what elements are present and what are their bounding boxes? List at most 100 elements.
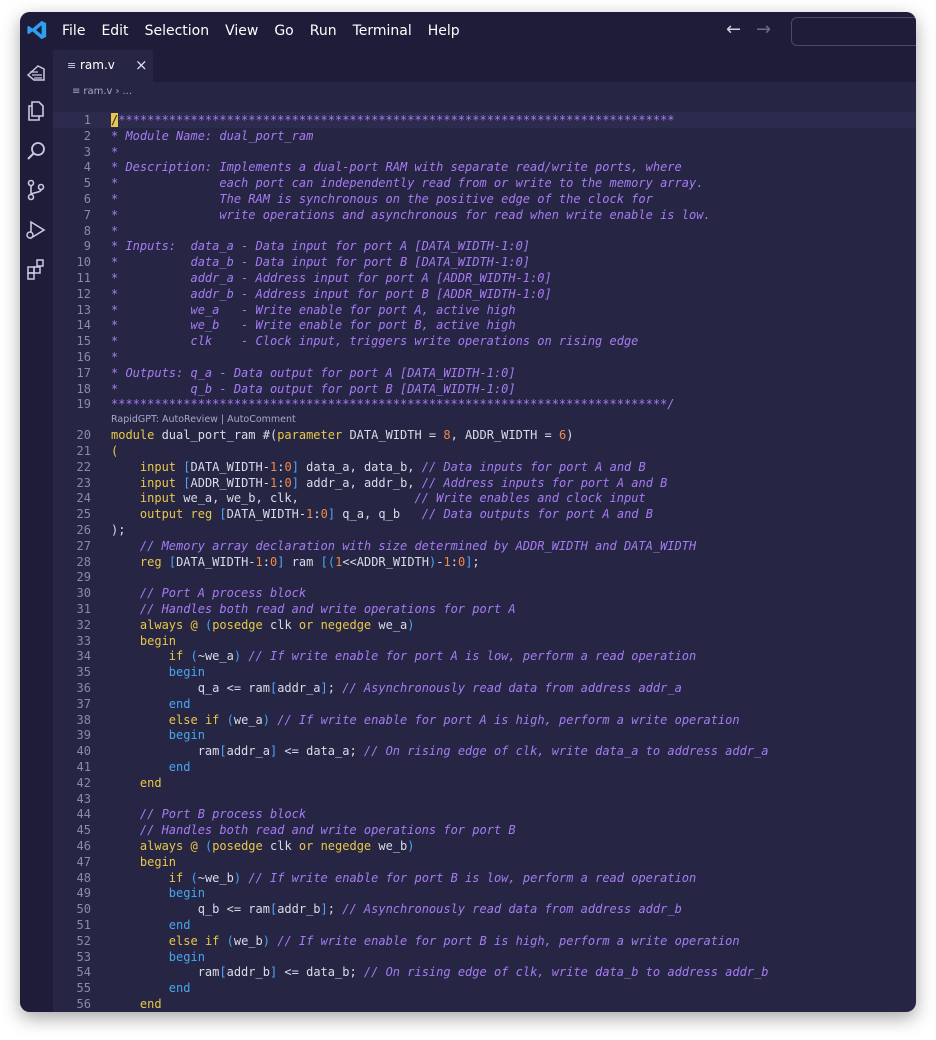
menu-selection[interactable]: Selection [145, 23, 210, 39]
menu-terminal[interactable]: Terminal [353, 23, 412, 39]
code-token: // Port B process block [139, 807, 307, 822]
forward-arrow-icon[interactable]: → [756, 20, 771, 40]
menu-edit[interactable]: Edit [101, 23, 128, 39]
code-text: ( [111, 444, 118, 458]
back-arrow-icon[interactable]: ← [726, 20, 741, 40]
tab-ram-v[interactable]: ≡ ram.v × [53, 50, 153, 82]
line-number: 3 [83, 144, 91, 159]
close-icon[interactable]: × [135, 56, 148, 74]
menu-view[interactable]: View [225, 23, 258, 39]
code-line[interactable]: 48 if (~we_b) // If write enable for por… [53, 870, 916, 886]
code-line[interactable]: 39 begin [53, 727, 916, 743]
code-line[interactable]: 47 begin [53, 854, 916, 870]
code-line[interactable]: 40 ram[addr_a] <= data_a; // On rising e… [53, 743, 916, 759]
code-line[interactable]: 46 always @ (posedge clk or negedge we_b… [53, 838, 916, 854]
code-line[interactable]: 4 * Description: Implements a dual-port R… [53, 159, 916, 175]
code-line[interactable]: 56 end [53, 996, 916, 1012]
code-line[interactable]: 50 q_b <= ram[addr_b]; // Asynchronously… [53, 901, 916, 917]
code-line[interactable]: 35 begin [53, 664, 916, 680]
code-line[interactable]: 55 end [53, 980, 916, 996]
codelens-actions[interactable]: RapidGPT: AutoReview | AutoComment [111, 413, 296, 427]
run-debug-icon[interactable] [24, 218, 48, 242]
code-line[interactable]: 31 // Handles both read and write operat… [53, 601, 916, 617]
code-token: begin [168, 728, 205, 743]
code-line[interactable]: 44 // Port B process block [53, 806, 916, 822]
code-editor[interactable]: 1 /**************************************… [53, 98, 916, 1012]
code-line[interactable]: 53 begin [53, 949, 916, 965]
code-line[interactable]: 26); [53, 522, 916, 538]
code-line[interactable]: 43 [53, 791, 916, 807]
code-line[interactable]: 36 q_a <= ram[addr_a]; // Asynchronously… [53, 680, 916, 696]
line-number: 48 [76, 870, 91, 885]
code-line[interactable]: 14 * we_b - Write enable for port B, acti… [53, 317, 916, 333]
code-line[interactable]: 11 * addr_a - Address input for port A [A… [53, 270, 916, 286]
code-line[interactable]: 32 always @ (posedge clk or negedge we_a… [53, 617, 916, 633]
rapidgpt-icon[interactable] [24, 61, 48, 85]
code-line[interactable]: 6 * The RAM is synchronous on the positiv… [53, 191, 916, 207]
code-line[interactable]: 38 else if (we_a) // If write enable for… [53, 712, 916, 728]
code-line[interactable]: 29 [53, 569, 916, 585]
code-line[interactable]: 18 * q_b - Data output for port B [DATA_W… [53, 381, 916, 397]
code-line[interactable]: 49 begin [53, 885, 916, 901]
code-line[interactable]: 17 * Outputs: q_a - Data output for port … [53, 365, 916, 381]
code-token: addr_a [277, 681, 321, 695]
code-line[interactable]: 7 * write operations and asynchronous for… [53, 207, 916, 223]
extensions-icon[interactable] [24, 257, 48, 281]
code-line[interactable]: 28 reg [DATA_WIDTH-1:0] ram [(1<<ADDR_WI… [53, 554, 916, 570]
line-number: 21 [76, 444, 91, 458]
source-control-icon[interactable] [24, 178, 48, 202]
code-line[interactable]: 30 // Port A process block [53, 585, 916, 601]
code-line[interactable]: 16 * [53, 349, 916, 365]
code-token: // Asynchronously read data from address… [342, 681, 682, 695]
menu-run[interactable]: Run [310, 23, 337, 39]
code-line[interactable]: 9 * Inputs: data_a - Data input for port … [53, 238, 916, 254]
search-icon[interactable] [24, 139, 48, 163]
code-text: end [111, 776, 162, 790]
code-token: end [168, 981, 191, 996]
code-line[interactable]: 20 module dual_port_ram #(parameter DATA_… [53, 427, 916, 443]
breadcrumb-more[interactable]: ... [122, 86, 132, 97]
code-token: always [139, 839, 184, 853]
code-token: ] [320, 681, 328, 695]
code-line[interactable]: 5 * each port can independently read from… [53, 175, 916, 191]
code-token: 8 [443, 428, 451, 443]
menu-file[interactable]: File [62, 23, 85, 39]
menu-go[interactable]: Go [274, 23, 293, 39]
code-line[interactable]: 37 end [53, 696, 916, 712]
code-line[interactable]: 52 else if (we_b) // If write enable for… [53, 933, 916, 949]
code-text: begin [111, 886, 205, 900]
code-line[interactable]: 54 ram[addr_b] <= data_b; // On rising e… [53, 964, 916, 980]
code-line[interactable]: 22 input [DATA_WIDTH-1:0] data_a, data_b… [53, 459, 916, 475]
code-line[interactable]: 13 * we_a - Write enable for port A, acti… [53, 302, 916, 318]
command-center-search[interactable] [791, 17, 916, 46]
code-text: * data_b - Data input for port B [DATA_W… [111, 255, 530, 269]
code-token: // If write enable for port B is low, pe… [248, 870, 697, 885]
code-line[interactable]: 1 /**************************************… [53, 112, 916, 128]
code-line[interactable]: 45 // Handles both read and write operat… [53, 822, 916, 838]
code-line[interactable]: 2 * Module Name: dual_port_ram [53, 128, 916, 144]
code-line[interactable]: 19 **************************************… [53, 396, 916, 412]
code-line[interactable]: 12 * addr_b - Address input for port B [A… [53, 286, 916, 302]
code-line[interactable]: 21 ( [53, 443, 916, 459]
code-line[interactable]: 8 * [53, 223, 916, 239]
code-line[interactable]: 25 output reg [DATA_WIDTH-1:0] q_a, q_b … [53, 506, 916, 522]
code-line[interactable]: 23 input [ADDR_WIDTH-1:0] addr_a, addr_b… [53, 475, 916, 491]
code-token: : [450, 554, 458, 569]
code-line[interactable]: 15 * clk - Clock input, triggers write op… [53, 333, 916, 349]
code-line[interactable]: 27 // Memory array declaration with size… [53, 538, 916, 554]
code-text: * [111, 224, 118, 238]
code-line[interactable]: 24 input we_a, we_b, clk, // Write enabl… [53, 490, 916, 506]
code-line[interactable]: 51 end [53, 917, 916, 933]
code-line[interactable]: 42 end [53, 775, 916, 791]
code-line[interactable]: 10 * data_b - Data input for port B [DATA… [53, 254, 916, 270]
code-line[interactable]: 3 * [53, 144, 916, 160]
code-line[interactable]: 41 end [53, 759, 916, 775]
code-line[interactable]: 33 begin [53, 633, 916, 649]
breadcrumb-file[interactable]: ram.v [83, 86, 112, 97]
line-number: 53 [76, 949, 91, 964]
files-icon[interactable] [24, 99, 48, 123]
code-line[interactable]: 34 if (~we_a) // If write enable for por… [53, 648, 916, 664]
menu-help[interactable]: Help [428, 23, 460, 39]
